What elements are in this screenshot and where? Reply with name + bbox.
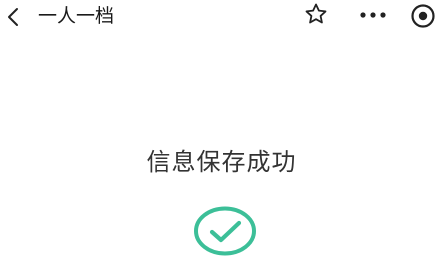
favorite-button[interactable] — [304, 2, 330, 30]
more-options-button[interactable] — [358, 2, 390, 30]
more-dots-icon — [360, 12, 386, 18]
page-title: 一人一档 — [38, 5, 115, 27]
record-target-icon — [411, 4, 435, 28]
app-screen: 一人一档 信息保存成功 — [0, 0, 443, 269]
check-circle-icon — [194, 206, 256, 256]
top-navigation-bar: 一人一档 — [0, 0, 443, 34]
star-icon — [305, 3, 327, 24]
back-button[interactable] — [0, 0, 30, 34]
chevron-left-icon — [8, 8, 18, 26]
record-target-button[interactable] — [409, 2, 439, 30]
success-message: 信息保存成功 — [146, 148, 297, 176]
